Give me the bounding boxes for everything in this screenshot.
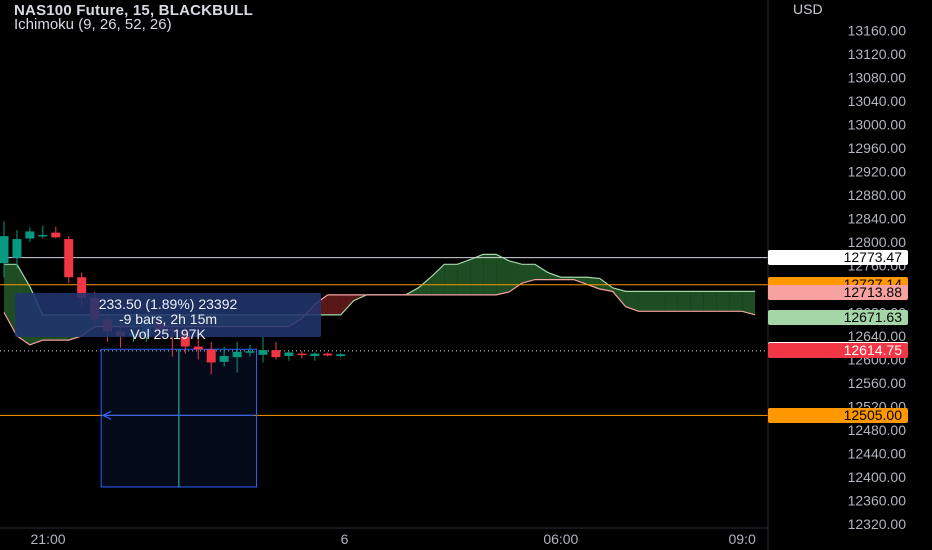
price-axis-tick-label[interactable]: 12880.00 (848, 187, 907, 203)
price-axis-tick-label[interactable]: 13160.00 (848, 23, 907, 39)
measure-change-text: 233.50 (1.89%) 23392 (98, 296, 238, 312)
price-axis-tick-label[interactable]: 12840.00 (848, 211, 907, 227)
price-chart[interactable]: 13160.00 13120.00 13080.00 13040.00 13000.00… (0, 0, 932, 550)
kumo-cloud-segment (690, 291, 704, 312)
kumo-cloud-segment (483, 254, 497, 295)
price-axis-tick-label[interactable]: 12960.00 (848, 140, 907, 156)
kumo-cloud-segment (716, 291, 730, 312)
currency-label[interactable]: USD (793, 1, 823, 17)
price-axis-tick-label[interactable]: 13000.00 (848, 117, 907, 133)
measure-bars-text: -9 bars, 2h 15m (118, 311, 218, 327)
measure-volume-text: Vol 25.197K (130, 326, 206, 342)
kumo-cloud-segment (677, 291, 691, 312)
measure-info-box: 233.50 (1.89%) 23392 -9 bars, 2h 15m Vol… (15, 293, 321, 341)
candle-up[interactable] (25, 231, 35, 239)
kumo-cloud-segment (703, 291, 717, 312)
time-axis-tick-label[interactable]: 06:00 (543, 531, 578, 547)
kumo-cloud-segment (729, 291, 743, 312)
candle-up[interactable] (219, 355, 229, 362)
kumo-cloud-segment (457, 259, 471, 295)
candle-up[interactable] (284, 352, 294, 356)
candle-down[interactable] (193, 346, 203, 350)
candle-down[interactable] (51, 232, 61, 238)
candle-up[interactable] (38, 234, 48, 237)
price-badge[interactable]: 12505.00 (768, 407, 908, 423)
price-axis-tick-label[interactable]: 12400.00 (848, 469, 907, 485)
kumo-cloud-segment (327, 294, 341, 315)
candle-up[interactable] (12, 239, 22, 258)
candle-up[interactable] (336, 354, 346, 356)
price-axis-tick-label[interactable]: 12320.00 (848, 516, 907, 532)
kumo-cloud-segment (638, 291, 652, 312)
price-axis-tick-label[interactable]: 12480.00 (848, 422, 907, 438)
time-axis-tick-label[interactable]: 6 (341, 531, 349, 547)
price-badge[interactable]: 12671.63 (768, 309, 908, 325)
candle-up[interactable] (258, 350, 268, 355)
price-axis-tick-label[interactable]: 13040.00 (848, 93, 907, 109)
time-axis-tick-label[interactable]: 09:0 (729, 531, 756, 547)
candle-down[interactable] (271, 350, 281, 358)
kumo-cloud-segment (444, 264, 458, 295)
candle-down[interactable] (64, 239, 74, 278)
price-axis-tick-label[interactable]: 12560.00 (848, 375, 907, 391)
price-badge[interactable]: 12773.47 (768, 250, 908, 266)
indicator-legend[interactable]: Ichimoku (9, 26, 52, 26) (14, 16, 172, 33)
candle-up[interactable] (0, 236, 9, 264)
price-axis-tick-label[interactable]: 12440.00 (848, 446, 907, 462)
time-axis-tick-label[interactable]: 21:00 (31, 531, 66, 547)
kumo-cloud-segment (664, 291, 678, 312)
price-axis-tick-label[interactable]: 13120.00 (848, 46, 907, 62)
candle-down[interactable] (206, 349, 216, 363)
price-badge[interactable]: 12614.75 (768, 343, 908, 359)
candle-down[interactable] (297, 353, 307, 356)
price-axis-tick-label[interactable]: 12800.00 (848, 234, 907, 250)
candle-up[interactable] (245, 351, 255, 353)
candle-up[interactable] (310, 353, 320, 356)
price-axis-tick-label[interactable]: 13080.00 (848, 70, 907, 86)
kumo-cloud-segment (651, 291, 665, 312)
kumo-cloud-segment (470, 254, 484, 295)
candle-down[interactable] (323, 353, 333, 356)
candle-up[interactable] (232, 351, 242, 358)
price-axis-tick-label[interactable]: 12920.00 (848, 164, 907, 180)
price-badge[interactable]: 12713.88 (768, 285, 908, 301)
price-axis-tick-label[interactable]: 12360.00 (848, 493, 907, 509)
